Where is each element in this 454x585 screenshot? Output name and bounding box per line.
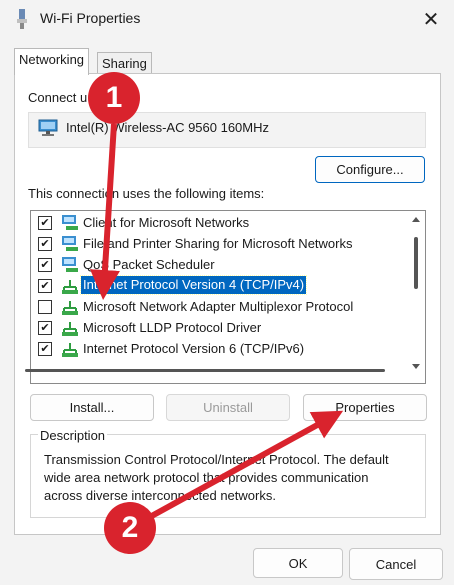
protocol-icon [62,343,78,357]
item-label: Internet Protocol Version 6 (TCP/IPv6) [83,341,305,356]
item-label: QoS Packet Scheduler [83,257,215,272]
item-checkbox[interactable]: ✔ [38,237,52,251]
protocol-icon [62,280,78,294]
properties-window-icon [17,9,27,29]
close-button[interactable]: ✕ [408,0,454,38]
network-adapter-icon [38,119,58,136]
cancel-button[interactable]: Cancel [349,548,443,580]
uninstall-button[interactable]: Uninstall [166,394,290,421]
scroll-down-icon [412,364,420,369]
item-label: Microsoft Network Adapter Multiplexor Pr… [83,299,354,314]
connect-using-label: Connect u [28,90,88,105]
protocol-icon [62,322,78,336]
install-button[interactable]: Install... [30,394,154,421]
list-item[interactable]: ✔ Microsoft LLDP Protocol Driver [35,318,405,338]
client-network-icon [62,215,78,230]
item-checkbox[interactable]: ✔ [38,342,52,356]
item-label: Microsoft LLDP Protocol Driver [83,320,262,335]
protocol-icon [62,301,78,315]
ok-button[interactable]: OK [253,548,343,578]
annotation-badge-1: 1 [88,72,140,124]
description-title: Description [38,428,108,443]
description-text: Transmission Control Protocol/Internet P… [44,452,389,503]
horizontal-scrollbar[interactable] [25,369,385,372]
annotation-badge-2: 2 [104,502,156,554]
window-title: Wi-Fi Properties [40,10,141,26]
adapter-name: Intel(R) Wireless-AC 9560 160MHz [66,120,270,135]
file-sharing-icon [62,236,78,251]
list-item[interactable]: ✔ Client for Microsoft Networks [35,213,405,233]
scroll-thumb [414,237,418,289]
items-label: This connection uses the following items… [28,186,265,201]
item-checkbox[interactable]: ✔ [38,258,52,272]
item-checkbox[interactable]: ✔ [38,216,52,230]
title-bar: Wi-Fi Properties ✕ [0,0,454,38]
qos-icon [62,257,78,272]
scroll-up-icon [412,217,420,222]
item-checkbox[interactable] [38,300,52,314]
list-item[interactable]: ✔ Internet Protocol Version 6 (TCP/IPv6) [35,339,405,359]
vertical-scrollbar[interactable] [411,215,421,371]
tab-networking[interactable]: Networking [14,48,90,75]
list-item[interactable]: ✔ QoS Packet Scheduler [35,255,405,275]
list-item-selected[interactable]: ✔ Internet Protocol Version 4 (TCP/IPv4) [35,275,405,296]
items-listbox[interactable]: ✔ Client for Microsoft Networks ✔ File a… [30,210,426,384]
item-checkbox[interactable]: ✔ [38,279,52,293]
list-item[interactable]: ✔ File and Printer Sharing for Microsoft… [35,234,405,254]
close-icon: ✕ [422,8,440,31]
item-label: File and Printer Sharing for Microsoft N… [83,236,353,251]
configure-button[interactable]: Configure... [315,156,425,183]
item-label: Internet Protocol Version 4 (TCP/IPv4) [79,275,308,295]
properties-button[interactable]: Properties [303,394,427,421]
item-label: Client for Microsoft Networks [83,215,250,230]
item-checkbox[interactable]: ✔ [38,321,52,335]
list-item[interactable]: Microsoft Network Adapter Multiplexor Pr… [35,297,405,317]
tab-sharing[interactable]: Sharing [97,52,152,74]
